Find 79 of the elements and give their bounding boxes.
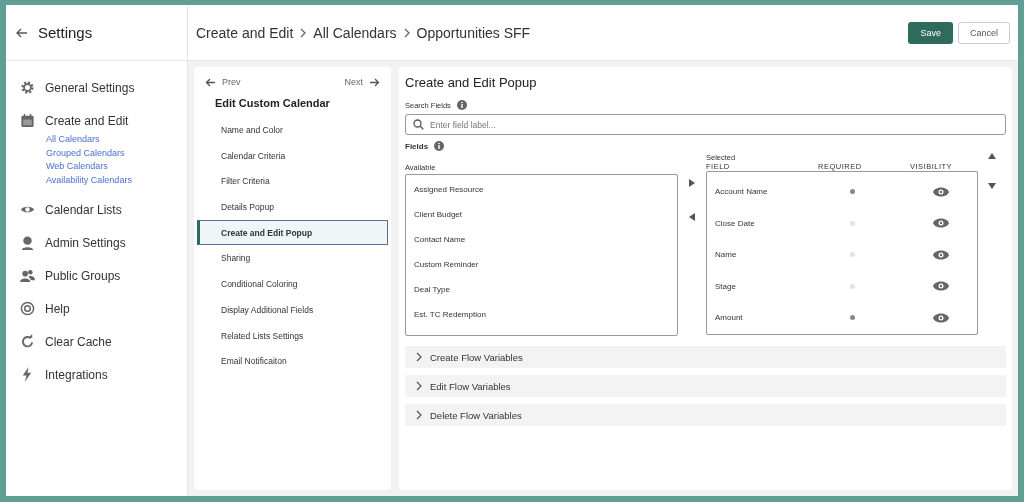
required-dot[interactable] xyxy=(849,252,855,258)
step-item[interactable]: Sharing xyxy=(197,245,388,272)
sidebar-item[interactable]: Help xyxy=(45,301,70,316)
chevron-icon xyxy=(416,352,422,362)
lifebuoy-icon xyxy=(20,301,35,316)
save-button[interactable]: Save xyxy=(908,21,953,44)
next-link[interactable]: Next xyxy=(344,77,363,87)
chevron-icon xyxy=(416,381,422,391)
sidebar-title: Settings xyxy=(38,24,93,41)
field-name[interactable]: Amount xyxy=(707,313,819,323)
required-dot[interactable] xyxy=(849,315,855,321)
eye-icon[interactable] xyxy=(933,218,949,229)
sidebar-link[interactable]: Availability Calendars xyxy=(46,173,187,187)
group-icon xyxy=(20,268,35,283)
step-item[interactable]: Conditional Coloring xyxy=(197,271,388,297)
required-dot[interactable] xyxy=(849,189,855,195)
steps-title: Edit Custom Calendar xyxy=(214,96,331,111)
back-arrow-icon[interactable] xyxy=(16,27,28,38)
step-item[interactable]: Details Popup xyxy=(197,194,388,220)
available-item[interactable]: Assigned Resource xyxy=(406,177,677,202)
field-name[interactable]: Stage xyxy=(707,281,819,291)
sidebar-link[interactable]: Grouped Calendars xyxy=(46,146,187,160)
eye-icon[interactable] xyxy=(933,249,949,260)
chevron-right-icon xyxy=(402,26,411,39)
right-arrow-icon[interactable] xyxy=(369,77,380,87)
right-triangle-icon[interactable] xyxy=(689,179,695,187)
fields-label: Fields xyxy=(405,141,429,151)
step-item[interactable]: Name and Color xyxy=(197,117,388,143)
eye-icon[interactable] xyxy=(933,312,949,323)
required-dot[interactable] xyxy=(849,283,855,289)
required-dot[interactable] xyxy=(849,220,855,226)
breadcrumb-item[interactable]: Create and Edit xyxy=(196,24,294,41)
panel-title: Create and Edit Popup xyxy=(405,75,538,90)
person-icon xyxy=(20,235,35,250)
calendar-icon xyxy=(20,113,35,128)
available-item[interactable]: Est. TC Redemption xyxy=(406,302,677,327)
refresh-icon xyxy=(20,334,35,349)
collapsible-section[interactable]: Delete Flow Variables xyxy=(405,404,1006,426)
sidebar-item[interactable]: Create and Edit xyxy=(45,113,129,128)
sidebar-link[interactable]: All Calendars xyxy=(46,133,187,147)
eye-icon[interactable] xyxy=(933,281,949,292)
available-item[interactable]: Contact Name xyxy=(406,227,677,252)
chevron-right-icon xyxy=(299,26,308,39)
search-field[interactable]: Enter field label... xyxy=(405,114,1006,135)
breadcrumb-item[interactable]: All Calendars xyxy=(313,24,397,41)
sidebar-item[interactable]: Clear Cache xyxy=(45,334,112,349)
step-item[interactable]: Related Lists Settings xyxy=(197,322,388,349)
collapsible-section[interactable]: Edit Flow Variables xyxy=(405,375,1006,397)
sidebar-item[interactable]: Admin Settings xyxy=(45,235,126,250)
sidebar-link[interactable]: Web Calendars xyxy=(46,160,187,174)
eye-icon[interactable] xyxy=(933,186,949,197)
up-triangle-icon[interactable] xyxy=(988,153,996,159)
available-item[interactable]: Deal Type xyxy=(406,277,677,302)
breadcrumb-item: Opportunities SFF xyxy=(416,24,531,41)
sidebar-item[interactable]: General Settings xyxy=(45,80,135,95)
available-item[interactable]: Custom Reminder xyxy=(406,252,677,277)
gear-icon xyxy=(20,80,35,95)
step-item[interactable]: Display Additional Fields xyxy=(197,296,388,323)
sidebar-item[interactable]: Public Groups xyxy=(45,268,121,283)
step-item[interactable]: Create and Edit Popup xyxy=(197,219,388,246)
step-item[interactable]: Calendar Criteria xyxy=(197,142,388,169)
collapsible-section[interactable]: Create Flow Variables xyxy=(405,346,1006,368)
step-item[interactable]: Filter Criteria xyxy=(197,168,388,195)
info-icon[interactable] xyxy=(434,141,445,151)
available-item[interactable]: Client Budget xyxy=(406,202,677,227)
sidebar-item[interactable]: Integrations xyxy=(45,367,108,382)
info-icon[interactable] xyxy=(456,100,467,110)
cancel-button[interactable]: Cancel xyxy=(958,21,1010,44)
left-triangle-icon[interactable] xyxy=(689,213,695,221)
field-name[interactable]: Name xyxy=(707,250,819,260)
search-icon xyxy=(413,119,424,130)
field-name[interactable]: Close Date xyxy=(707,218,819,228)
field-name[interactable]: Account Name xyxy=(707,187,819,197)
prev-link[interactable]: Prev xyxy=(222,77,241,87)
chevron-icon xyxy=(416,410,422,420)
left-arrow-icon[interactable] xyxy=(205,77,216,87)
sidebar-item[interactable]: Calendar Lists xyxy=(45,202,122,217)
step-item[interactable]: Email Notificaiton xyxy=(197,348,388,374)
down-triangle-icon[interactable] xyxy=(988,183,996,189)
